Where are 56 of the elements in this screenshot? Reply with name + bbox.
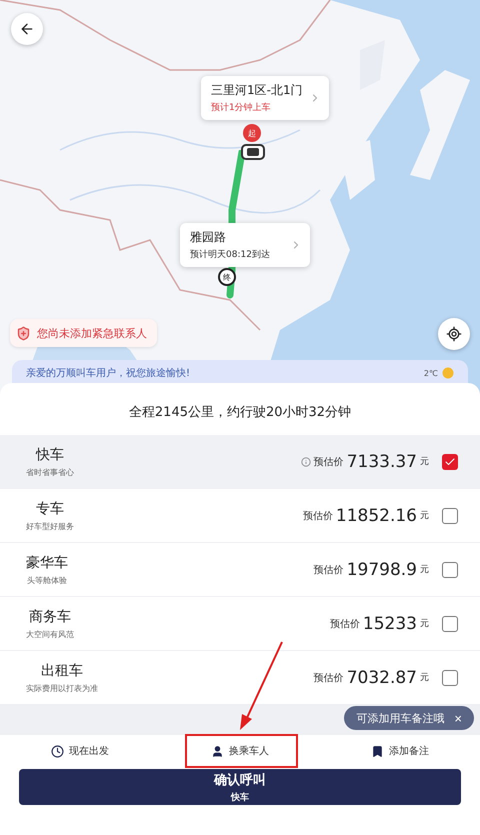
locate-icon <box>446 326 462 342</box>
car-type-tagline: 省时省事省心 <box>26 466 74 478</box>
checkbox[interactable] <box>442 670 458 686</box>
price: 15233 <box>362 614 417 634</box>
confirm-call-button[interactable]: 确认呼叫 快车 <box>19 769 461 805</box>
price-unit: 元 <box>420 672 429 684</box>
action-tab[interactable]: 现在出发 <box>0 735 160 767</box>
sun-icon <box>442 367 454 379</box>
greeting-text: 亲爱的万顺叫车用户，祝您旅途愉快! <box>26 366 190 380</box>
price-unit: 元 <box>420 456 429 468</box>
price-label: 预估价 <box>314 672 344 684</box>
temperature: 2℃ <box>424 368 438 378</box>
car-icon <box>240 142 266 162</box>
car-type-name: 快车 <box>36 446 64 464</box>
check-icon <box>444 456 456 468</box>
close-button[interactable]: × <box>454 710 462 726</box>
price-label: 预估价 <box>302 510 333 522</box>
emergency-contact-text: 您尚未添加紧急联系人 <box>37 326 147 340</box>
car-type-name: 商务车 <box>29 608 71 626</box>
destination-title: 雅园路 <box>190 229 227 246</box>
action-tab[interactable]: 换乘车人 <box>160 735 320 767</box>
destination-eta: 预计明天08:12到达 <box>190 248 270 261</box>
car-type-name: 豪华车 <box>26 554 68 572</box>
price: 7032.87 <box>346 668 417 688</box>
pickup-title: 三里河1区-北1门 <box>211 82 303 99</box>
pickup-callout[interactable]: 三里河1区-北1门 预计1分钟上车 <box>201 76 329 120</box>
destination-callout[interactable]: 雅园路 预计明天08:12到达 <box>180 223 310 267</box>
clock-icon <box>51 744 64 758</box>
price-label: 预估价 <box>314 564 344 576</box>
pickup-eta: 预计1分钟上车 <box>211 102 272 114</box>
car-type-tagline: 好车型好服务 <box>26 520 74 532</box>
price: 19798.9 <box>346 560 417 580</box>
car-type-tagline: 实际费用以打表为准 <box>26 682 98 694</box>
price-unit: 元 <box>420 618 429 630</box>
car-type-tagline: 大空间有风范 <box>26 628 74 640</box>
car-type-name: 专车 <box>36 500 64 518</box>
emergency-contact-chip[interactable]: 您尚未添加紧急联系人 <box>10 319 157 347</box>
checkbox[interactable] <box>442 562 458 578</box>
checkbox[interactable] <box>442 508 458 524</box>
price-unit: 元 <box>420 564 429 576</box>
price-label: 预估价 <box>330 618 360 630</box>
car-type-name: 出租车 <box>41 662 83 680</box>
price: 7133.37 <box>346 452 417 472</box>
price-unit: 元 <box>420 510 429 522</box>
price: 11852.16 <box>336 506 417 526</box>
price-label: 预估价 <box>314 456 344 468</box>
person-icon <box>211 744 224 758</box>
tooltip-text: 可添加用车备注哦 <box>356 710 444 726</box>
action-tab[interactable]: 添加备注 <box>320 735 480 767</box>
car-type-tagline: 头等舱体验 <box>27 574 67 586</box>
bookmark-icon <box>371 744 384 758</box>
shield-icon <box>16 326 31 340</box>
checkbox[interactable] <box>442 616 458 632</box>
info-icon[interactable] <box>300 456 311 466</box>
trip-summary: 全程2145公里，约行驶20小时32分钟 <box>128 404 352 422</box>
checkbox[interactable] <box>442 454 458 470</box>
